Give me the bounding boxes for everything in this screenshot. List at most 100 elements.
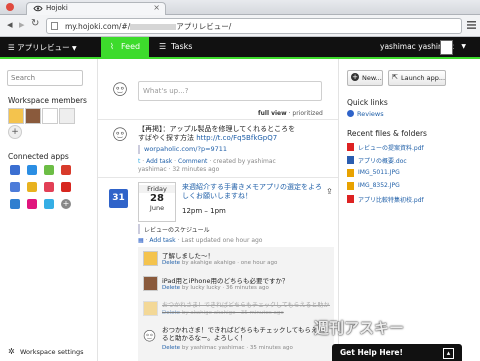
left-sidebar: Search Workspace members + Connected app…	[0, 59, 88, 361]
post-text: 【再掲】：アップル製品を修理してくれるところを すばやく探す方法 http://t…	[138, 125, 296, 142]
divider	[98, 177, 338, 178]
file-item[interactable]: IMG_8352.JPG	[347, 182, 477, 192]
view-toggle[interactable]: full view · prioritized	[258, 110, 323, 117]
browser-toolbar: ◂ ▸ ↻ my.hojoki.com/#/アプリレビュー/	[0, 15, 480, 37]
comment-item: 了解しました～！ Delete by akahige akahige · one…	[138, 247, 334, 271]
gmail-app-icon[interactable]	[10, 182, 20, 192]
comment-item: iPad用とiPhone用のどちらも必要ですか？ Delete by lucky…	[138, 272, 334, 296]
url-blurred	[130, 24, 177, 30]
plus-icon: +	[351, 73, 359, 81]
event-title[interactable]: 来週紹介する手書きメモアプリの選定をよろ しくお願いしますね！	[182, 183, 327, 201]
prioritized-option: prioritized	[292, 110, 323, 117]
comment-link[interactable]: Comment	[178, 158, 207, 165]
evernote-app-icon[interactable]	[44, 165, 54, 175]
add-task-link[interactable]: Add task	[146, 158, 172, 165]
right-sidebar: + New... ⇱ Launch app... Quick links Rev…	[340, 59, 480, 361]
add-task-link[interactable]: Add task	[149, 237, 175, 244]
workspace-switcher[interactable]: ☰ アプリレビュー ▼	[8, 42, 77, 53]
workspace-settings-link[interactable]: Workspace settings	[20, 348, 84, 356]
divider	[98, 119, 338, 120]
url-text: my.hojoki.com/#/アプリレビュー/	[65, 22, 232, 31]
delete-comment-link[interactable]: Delete	[162, 345, 180, 351]
hamburger-icon: ☰	[8, 43, 15, 52]
menu-icon[interactable]	[467, 20, 476, 30]
reviews-link[interactable]: Reviews	[357, 110, 384, 118]
member-avatar[interactable]	[59, 108, 75, 124]
get-help-widget[interactable]: Get Help Here! ▴	[332, 344, 462, 361]
flickr-app-icon[interactable]	[27, 199, 37, 209]
launch-icon: ⇱	[392, 73, 398, 81]
chevron-down-icon: ▼	[72, 45, 77, 52]
connected-apps-title: Connected apps	[8, 152, 69, 161]
member-avatar[interactable]	[25, 108, 41, 124]
trello-app-icon[interactable]	[61, 165, 71, 175]
checklist-icon: ☰	[159, 42, 167, 51]
dropbox-app-icon[interactable]	[27, 165, 37, 175]
add-app-button[interactable]: +	[61, 199, 71, 209]
file-item[interactable]: IMG_5011.JPG	[347, 169, 477, 179]
post-meta: yashimac · 32 minutes ago	[138, 166, 220, 173]
youtube-app-icon[interactable]	[61, 182, 71, 192]
settings-icon[interactable]: ✲	[8, 347, 15, 356]
quick-links-title: Quick links	[347, 98, 388, 107]
event-date-card: Friday 28 June	[138, 182, 176, 222]
page-icon	[51, 22, 58, 30]
post-actions: t · Add task · Comment · created by yash…	[138, 158, 276, 165]
drive-app-icon[interactable]	[27, 182, 37, 192]
browser-tabstrip: Hojoki ×	[0, 0, 480, 15]
forward-icon[interactable]: ▸	[19, 18, 25, 31]
calendar-app-icon[interactable]	[10, 165, 20, 175]
search-input[interactable]: Search	[7, 70, 83, 86]
new-button[interactable]: + New...	[347, 70, 383, 86]
feed-column: What's up...? full view · prioritized 【再…	[97, 59, 339, 361]
launch-app-button[interactable]: ⇱ Launch app...	[388, 70, 446, 86]
add-member-button[interactable]: +	[8, 125, 22, 139]
event-actions: ▦ · Add task · Last updated one hour ago	[138, 237, 263, 244]
comment-item: おつかれさま！できればどちらもチェックしてもらえ ると助かるなー。よろしく！ De…	[138, 323, 334, 359]
image-file-icon	[347, 182, 354, 190]
post-link[interactable]: http://t.co/Fq5BfkGpQ7	[196, 134, 277, 142]
reload-icon[interactable]: ↻	[31, 18, 39, 29]
hojoki-favicon-icon	[33, 5, 43, 12]
box-app-icon[interactable]	[10, 199, 20, 209]
file-item[interactable]: アプリの概要.doc	[347, 156, 477, 166]
delete-comment-link[interactable]: Delete	[162, 285, 180, 291]
tab-close-icon[interactable]: ×	[153, 3, 160, 12]
doc-file-icon	[347, 156, 354, 164]
member-avatar[interactable]	[42, 108, 58, 124]
twitter-app-icon[interactable]	[44, 199, 54, 209]
full-view-option: full view	[258, 110, 287, 117]
browser-tab[interactable]: Hojoki ×	[26, 2, 166, 15]
pdf-file-icon	[347, 195, 354, 203]
back-icon[interactable]: ◂	[7, 18, 13, 31]
image-file-icon	[347, 169, 354, 177]
commenter-avatar[interactable]	[143, 276, 158, 291]
my-avatar-icon	[113, 82, 127, 96]
twitter-icon: t	[138, 158, 141, 165]
pocket-app-icon[interactable]	[44, 182, 54, 192]
tab-title: Hojoki	[46, 4, 68, 12]
close-window-button[interactable]	[6, 3, 14, 11]
calendar-app-badge: 31	[109, 189, 128, 208]
file-item[interactable]: レビューの提案資料.pdf	[347, 143, 477, 153]
user-avatar-box[interactable]	[440, 40, 453, 55]
delete-comment-link[interactable]: Delete	[162, 310, 180, 316]
member-avatar[interactable]	[8, 108, 24, 124]
user-menu-chevron-icon[interactable]: ▼	[461, 43, 466, 50]
commenter-avatar[interactable]	[143, 301, 158, 316]
calendar-name-badge: レビューのスケジュール	[138, 224, 210, 234]
tab-feed[interactable]: ⌇ Feed	[101, 37, 149, 57]
post-reference[interactable]: worpaholic.com/?p=9711	[138, 145, 260, 154]
composer-input[interactable]: What's up...?	[138, 81, 322, 101]
publisher-watermark: 週刊アスキー	[314, 319, 405, 337]
share-icon[interactable]: ⇪	[326, 187, 333, 196]
app-navbar: ☰ アプリレビュー ▼ ⌇ Feed ☰ Tasks yashimac yash…	[0, 37, 480, 57]
delete-comment-link[interactable]: Delete	[162, 260, 180, 266]
address-bar[interactable]: my.hojoki.com/#/アプリレビュー/	[46, 18, 462, 34]
file-item[interactable]: アプリ比較特集初校.pdf	[347, 195, 477, 205]
expand-icon[interactable]: ▴	[443, 348, 454, 359]
author-avatar-icon	[113, 127, 127, 141]
commenter-avatar[interactable]	[143, 251, 158, 266]
comment-thread: 了解しました～！ Delete by akahige akahige · one…	[138, 247, 334, 361]
recent-files-title: Recent files & folders	[347, 129, 427, 138]
